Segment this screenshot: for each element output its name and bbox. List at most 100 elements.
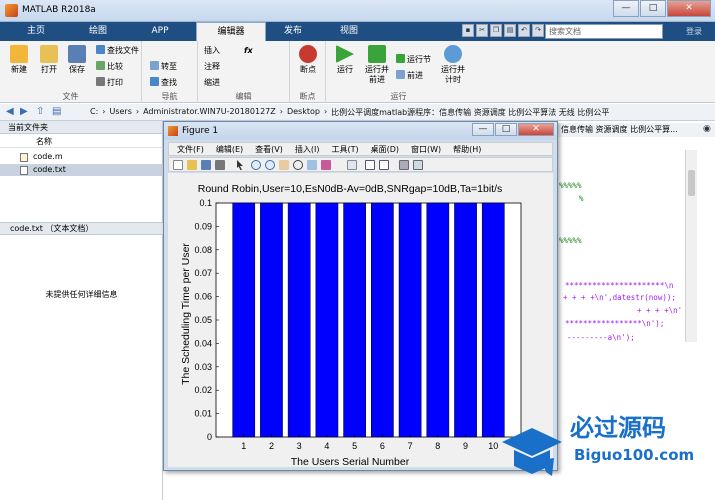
link-plot-icon[interactable] [347,160,357,170]
copy-icon[interactable]: ❐ [490,24,502,37]
tab-home[interactable]: 主页 [8,22,64,41]
tab-view[interactable]: 视图 [322,22,376,41]
menu-tools[interactable]: 工具(T) [331,144,358,155]
close-button[interactable]: ✕ [667,0,711,17]
menu-help[interactable]: 帮助(H) [453,144,481,155]
editor-title: 信息传输 资源调度 比例公平算... [555,123,715,137]
print-figure-icon[interactable] [215,160,225,170]
run-section-icon [396,54,405,63]
watermark-logo: 必过源码 Biguo100.com [502,414,694,476]
zoom-in-icon[interactable] [251,160,261,170]
save-button[interactable]: 保存 [64,45,90,75]
menu-edit[interactable]: 编辑(E) [216,144,243,155]
open-button[interactable]: 打开 [36,45,62,75]
find-files-button[interactable]: 查找文件 [96,45,139,56]
pan-icon[interactable] [279,160,289,170]
indent-button[interactable]: 缩进 [204,77,220,88]
figure-maximize-button[interactable]: □ [495,123,517,136]
advance-button[interactable]: 前进 [396,70,423,81]
editor-scrollbar[interactable] [685,150,697,342]
save-icon[interactable]: ▪ [462,24,474,37]
menu-window[interactable]: 窗口(W) [411,144,441,155]
bar-user-6 [371,202,394,438]
search-documentation-input[interactable]: 搜索文档 [545,24,663,39]
find-button[interactable]: 查找 [150,77,177,88]
code-line: ---------a\n'); [567,333,635,342]
open-file-icon[interactable] [187,160,197,170]
tab-apps[interactable]: APP [132,22,188,41]
save-figure-icon[interactable] [201,160,211,170]
run-and-time-button[interactable]: 运行并 计时 [438,45,468,85]
compare-button[interactable]: 比较 [96,61,123,72]
run-advance-button[interactable]: 运行并 前进 [362,45,392,85]
brush-icon[interactable] [321,160,331,170]
file-row-code-txt[interactable]: code.txt [0,164,163,176]
y-tick-label: 0.1 [199,198,212,208]
watermark: 必过源码 Biguo100.com [492,400,715,500]
edit-group: 插入 注释 缩进 fx 编辑 [198,41,290,103]
run-icon [336,45,354,63]
run-section-button[interactable]: 运行节 [396,54,431,65]
file-row-code-m[interactable]: code.m [0,151,163,163]
minimize-button[interactable]: — [613,0,639,17]
figure-logo-icon [168,126,178,136]
bar-user-3 [287,202,311,438]
colorbar-icon[interactable] [365,160,375,170]
data-cursor-icon[interactable] [307,160,317,170]
advance-icon [396,70,405,79]
pointer-icon[interactable] [237,160,243,170]
zoom-out-icon[interactable] [265,160,275,170]
rotate-icon[interactable] [293,160,303,170]
breakpoints-button[interactable]: 断点 [294,45,322,75]
tab-editor[interactable]: 编辑器 [196,22,266,41]
fx-button[interactable]: fx [244,45,253,56]
legend-icon[interactable] [379,160,389,170]
current-folder-title: 当前文件夹 [0,121,162,134]
run-button[interactable]: 运行 [330,45,360,75]
figure-title-bar[interactable]: Figure 1 — □ ✕ [164,122,557,140]
figure-minimize-button[interactable]: — [472,123,494,136]
comment-button[interactable]: 注释 [204,61,220,72]
undo-icon[interactable]: ↶ [518,24,530,37]
run-group: 运行 运行并 前进 运行节 前进 运行并 计时 运行 [326,41,471,103]
cut-icon[interactable]: ✂ [476,24,488,37]
y-tick-label: 0.08 [194,245,212,255]
back-icon[interactable]: ◀ [6,106,14,117]
scrollbar-thumb[interactable] [688,170,695,196]
breadcrumb[interactable]: C: › Users › Administrator.WIN7U-20180127Z… [90,107,613,118]
goto-button[interactable]: 转至 [150,61,177,72]
menu-file[interactable]: 文件(F) [177,144,204,155]
new-button[interactable]: 新建 [6,45,32,75]
menu-desktop[interactable]: 桌面(D) [371,144,399,155]
login-link[interactable]: 登录 [686,26,702,37]
maximize-button[interactable]: □ [640,0,666,17]
new-figure-icon[interactable] [173,160,183,170]
show-plot-tools-icon[interactable] [413,160,423,170]
forward-icon[interactable]: ▶ [20,106,28,117]
window-title: MATLAB R2018a [22,5,96,15]
tab-plots[interactable]: 绘图 [68,22,128,41]
editor-actions-icon[interactable]: ◉ [703,124,711,134]
name-column-header[interactable]: 名称 [0,135,163,148]
x-tick-label: 5 [352,441,357,451]
up-folder-icon[interactable]: ⇧ [36,106,44,117]
paste-icon[interactable]: ▤ [504,24,516,37]
hide-plot-tools-icon[interactable] [399,160,409,170]
print-button[interactable]: 打印 [96,77,123,88]
compare-icon [96,61,105,70]
y-axis-label: The Scheduling Time per User [180,243,192,385]
y-tick-label: 0.05 [194,315,212,325]
tab-publish[interactable]: 发布 [266,22,320,41]
figure-title: Figure 1 [182,126,219,136]
matlab-logo-icon [5,4,18,17]
graduation-cap-icon [502,428,562,456]
redo-icon[interactable]: ↷ [532,24,544,37]
menu-view[interactable]: 查看(V) [255,144,283,155]
menu-insert[interactable]: 插入(I) [295,144,320,155]
figure-close-button[interactable]: ✕ [518,123,554,136]
breakpoint-icon [299,45,317,63]
x-tick-label: 2 [269,441,274,451]
browse-folder-icon[interactable]: ▤ [52,106,61,117]
y-tick-label: 0.06 [194,292,212,302]
insert-button[interactable]: 插入 [204,45,220,56]
